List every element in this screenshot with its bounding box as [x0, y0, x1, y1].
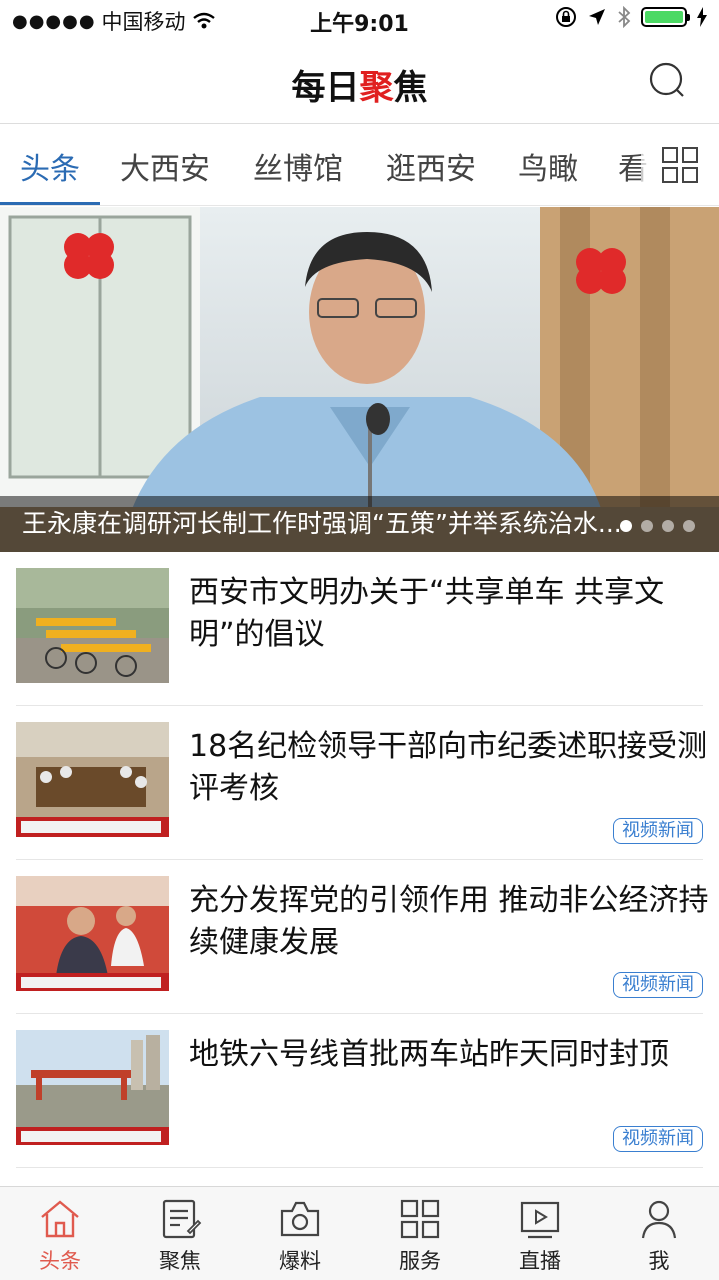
news-title: 地铁六号线首批两车站昨天同时封顶 — [189, 1037, 669, 1072]
news-thumbnail — [16, 876, 169, 991]
news-item[interactable]: 充分发挥党的引领作用 推动非公经济持续健康发展 视频新闻 — [16, 860, 709, 1014]
tabbar-item-baoliao[interactable]: 爆料 — [240, 1187, 360, 1280]
tabbar-item-jujiao[interactable]: 聚焦 — [120, 1187, 240, 1280]
carousel-dot[interactable] — [620, 520, 632, 532]
tab-sibo[interactable]: 丝博馆 — [253, 144, 343, 188]
grid-icon — [400, 1199, 440, 1239]
tabbar-item-toutiao[interactable]: 头条 — [0, 1187, 120, 1280]
channel-grid-button[interactable] — [641, 124, 719, 205]
news-thumbnail — [16, 568, 169, 683]
carousel-dots — [620, 520, 695, 532]
tabbar-label: 聚焦 — [159, 1249, 201, 1273]
tabbar-label: 我 — [648, 1249, 670, 1273]
title-part-3: 焦 — [393, 68, 428, 108]
news-item[interactable]: 18名纪检领导干部向市纪委述职接受测评考核 视频新闻 — [16, 706, 707, 860]
bluetooth-icon — [618, 6, 631, 28]
search-button[interactable] — [647, 60, 691, 104]
tabbar-item-fuwu[interactable]: 服务 — [360, 1187, 480, 1280]
nav-bar: 每日聚焦 — [0, 40, 719, 124]
tab-guangxian[interactable]: 逛西安 — [386, 144, 476, 188]
video-news-badge: 视频新闻 — [613, 972, 703, 998]
tabbar-item-wo[interactable]: 我 — [599, 1187, 719, 1280]
tabbar-label: 服务 — [399, 1249, 441, 1273]
video-news-badge: 视频新闻 — [613, 818, 703, 844]
news-thumbnail — [16, 722, 169, 837]
focus-list-icon — [162, 1199, 202, 1239]
tabbar-item-zhibo[interactable]: 直播 — [480, 1187, 600, 1280]
grid-icon — [662, 147, 698, 183]
title-part-1: 每日 — [291, 68, 360, 108]
carousel-dot[interactable] — [683, 520, 695, 532]
bicycles-thumbnail-image — [16, 568, 169, 683]
carousel-dot[interactable] — [662, 520, 674, 532]
camera-icon — [280, 1201, 320, 1237]
meeting-thumbnail-image — [16, 722, 169, 837]
title-part-2: 聚 — [359, 68, 394, 108]
home-icon — [41, 1200, 79, 1238]
active-tab-indicator — [0, 202, 100, 205]
party-meeting-thumbnail-image — [16, 876, 169, 991]
news-list: 西安市文明办关于“共享单车 共享文明”的倡议 18名纪检领导干部向市纪委述职接受… — [0, 552, 719, 1168]
channel-tabs: 头条 大西安 丝博馆 逛西安 鸟瞰 看 — [0, 124, 719, 206]
news-title: 18名纪检领导干部向市纪委述职接受测评考核 — [189, 729, 708, 806]
banner-caption: 王永康在调研河长制工作时强调“五策”并举系统治水... — [0, 496, 719, 552]
status-bar: ●●●●● 中国移动 上午9:01 — [0, 0, 719, 40]
user-icon — [641, 1200, 677, 1239]
news-thumbnail — [16, 1030, 169, 1145]
search-icon — [649, 62, 684, 97]
news-title: 充分发挥党的引领作用 推动非公经济持续健康发展 — [189, 883, 709, 960]
video-news-badge: 视频新闻 — [613, 1126, 703, 1152]
tab-toutiao[interactable]: 头条 — [20, 144, 80, 188]
charging-icon — [697, 7, 707, 27]
app-title: 每日聚焦 — [0, 60, 719, 109]
battery-icon — [641, 7, 690, 27]
tabbar-label: 头条 — [39, 1249, 81, 1273]
metro-construction-thumbnail-image — [16, 1030, 169, 1145]
tab-niaokan[interactable]: 鸟瞰 — [518, 144, 578, 188]
live-play-icon — [520, 1201, 560, 1239]
location-icon — [589, 9, 605, 25]
news-item[interactable]: 西安市文明办关于“共享单车 共享文明”的倡议 — [16, 552, 703, 706]
news-title: 西安市文明办关于“共享单车 共享文明”的倡议 — [189, 575, 665, 652]
news-item[interactable]: 地铁六号线首批两车站昨天同时封顶 视频新闻 — [16, 1014, 703, 1168]
tab-daxian[interactable]: 大西安 — [120, 144, 210, 188]
bottom-tab-bar: 头条 聚焦 爆料 服务 直播 我 — [0, 1186, 719, 1280]
tabbar-label: 爆料 — [279, 1249, 321, 1273]
banner-caption-text: 王永康在调研河长制工作时强调“五策”并举系统治水... — [22, 509, 622, 538]
rotation-lock-icon — [556, 7, 576, 27]
status-right — [555, 6, 707, 28]
carousel-dot[interactable] — [641, 520, 653, 532]
tabbar-label: 直播 — [519, 1249, 561, 1273]
headline-banner[interactable]: 王永康在调研河长制工作时强调“五策”并举系统治水... — [0, 207, 719, 552]
